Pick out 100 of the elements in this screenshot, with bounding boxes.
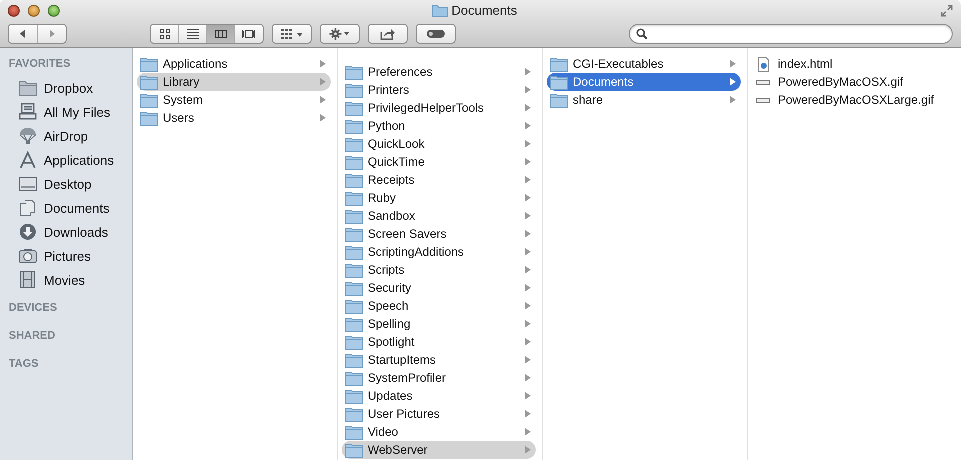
folder-icon (345, 64, 363, 80)
file-row[interactable]: index.html (752, 55, 955, 73)
file-row[interactable]: Python (342, 117, 536, 135)
folder-icon (345, 190, 363, 206)
film-icon (18, 271, 38, 289)
list-view-icon (186, 28, 200, 40)
file-row[interactable]: PoweredByMacOSXLarge.gif (752, 91, 955, 109)
folder-icon (550, 92, 568, 108)
folder-icon (345, 298, 363, 314)
back-arrow-icon[interactable] (18, 29, 28, 40)
document-icon (18, 199, 38, 217)
folder-icon (345, 100, 363, 116)
file-row[interactable]: Library (137, 73, 331, 91)
folder-icon (140, 110, 158, 126)
file-row[interactable]: Receipts (342, 171, 536, 189)
zoom-button[interactable] (48, 4, 60, 17)
minimize-button[interactable] (28, 4, 40, 17)
fullscreen-icon[interactable] (941, 4, 953, 17)
file-row[interactable]: Ruby (342, 189, 536, 207)
file-row[interactable]: StartupItems (342, 351, 536, 369)
file-row[interactable]: Sandbox (342, 207, 536, 225)
folder-icon (345, 226, 363, 242)
folder-icon (345, 262, 363, 278)
file-row[interactable]: WebServer (342, 441, 536, 459)
folder-icon (345, 442, 363, 458)
coverflow-view-icon (242, 28, 256, 40)
folder-icon (345, 280, 363, 296)
file-row[interactable]: Scripts (342, 261, 536, 279)
folder-icon (550, 74, 568, 90)
folder-icon (345, 154, 363, 170)
tag-button[interactable] (416, 24, 456, 44)
camera-icon (18, 247, 38, 265)
window-title: Documents (452, 3, 518, 18)
file-row[interactable]: Speech (342, 297, 536, 315)
sidebar-item[interactable]: All My Files (0, 100, 132, 124)
file-row[interactable]: Applications (137, 55, 331, 73)
file-row[interactable]: Screen Savers (342, 225, 536, 243)
folder-icon (345, 172, 363, 188)
file-row[interactable]: SystemProfiler (342, 369, 536, 387)
search-field[interactable] (629, 24, 953, 44)
file-row[interactable]: share (547, 91, 741, 109)
forward-arrow-icon[interactable] (47, 29, 57, 40)
folder-icon (345, 208, 363, 224)
folder-icon (345, 406, 363, 422)
action-menu-button[interactable] (320, 24, 360, 44)
file-row[interactable]: User Pictures (342, 405, 536, 423)
file-row[interactable]: Video (342, 423, 536, 441)
folder-icon (140, 56, 158, 72)
folder-icon (345, 370, 363, 386)
close-button[interactable] (8, 4, 20, 17)
view-mode-control[interactable] (150, 24, 264, 44)
sidebar-item[interactable]: AirDrop (0, 124, 132, 148)
file-row[interactable]: QuickLook (342, 135, 536, 153)
file-row[interactable]: Documents (547, 73, 741, 91)
folder-icon (550, 56, 568, 72)
back-forward-control[interactable] (8, 24, 67, 44)
files-icon (18, 103, 38, 121)
sidebar-item[interactable]: Desktop (0, 172, 132, 196)
sidebar-item[interactable]: Movies (0, 268, 132, 292)
apps-icon (18, 151, 38, 169)
folder-icon (345, 244, 363, 260)
file-row[interactable]: CGI-Executables (547, 55, 741, 73)
sidebar-item[interactable]: Dropbox (0, 76, 132, 100)
grid-menu-icon (280, 28, 304, 40)
file-row[interactable]: QuickTime (342, 153, 536, 171)
file-row[interactable]: Spotlight (342, 333, 536, 351)
icons-view-icon (158, 28, 172, 40)
file-row[interactable]: PoweredByMacOSX.gif (752, 73, 955, 91)
sidebar-item[interactable]: Documents (0, 196, 132, 220)
sidebar-item[interactable]: Applications (0, 148, 132, 172)
gear-menu-icon (328, 28, 352, 40)
sidebar-item[interactable]: Pictures (0, 244, 132, 268)
arrange-menu-button[interactable] (272, 24, 312, 44)
file-row[interactable]: Users (137, 109, 331, 127)
folder-icon (432, 4, 448, 18)
folder-icon (345, 316, 363, 332)
file-row[interactable]: Security (342, 279, 536, 297)
file-row[interactable]: Spelling (342, 315, 536, 333)
folder-icon (345, 388, 363, 404)
columns-view-button[interactable] (207, 25, 235, 44)
file-row[interactable]: Preferences (342, 63, 536, 81)
folder-icon (140, 74, 158, 90)
folder-icon (140, 92, 158, 108)
folder-icon (18, 79, 38, 97)
file-row[interactable]: PrivilegedHelperTools (342, 99, 536, 117)
download-icon (18, 223, 38, 241)
airdrop-icon (18, 127, 38, 145)
sidebar-item[interactable]: Downloads (0, 220, 132, 244)
desktop-icon (18, 175, 38, 193)
share-icon (380, 27, 396, 42)
file-row[interactable]: ScriptingAdditions (342, 243, 536, 261)
folder-icon (345, 136, 363, 152)
tag-icon (426, 29, 446, 40)
folder-icon (345, 82, 363, 98)
share-button[interactable] (368, 24, 408, 44)
search-icon (636, 28, 648, 40)
file-row[interactable]: Updates (342, 387, 536, 405)
file-row[interactable]: Printers (342, 81, 536, 99)
folder-icon (345, 118, 363, 134)
file-row[interactable]: System (137, 91, 331, 109)
